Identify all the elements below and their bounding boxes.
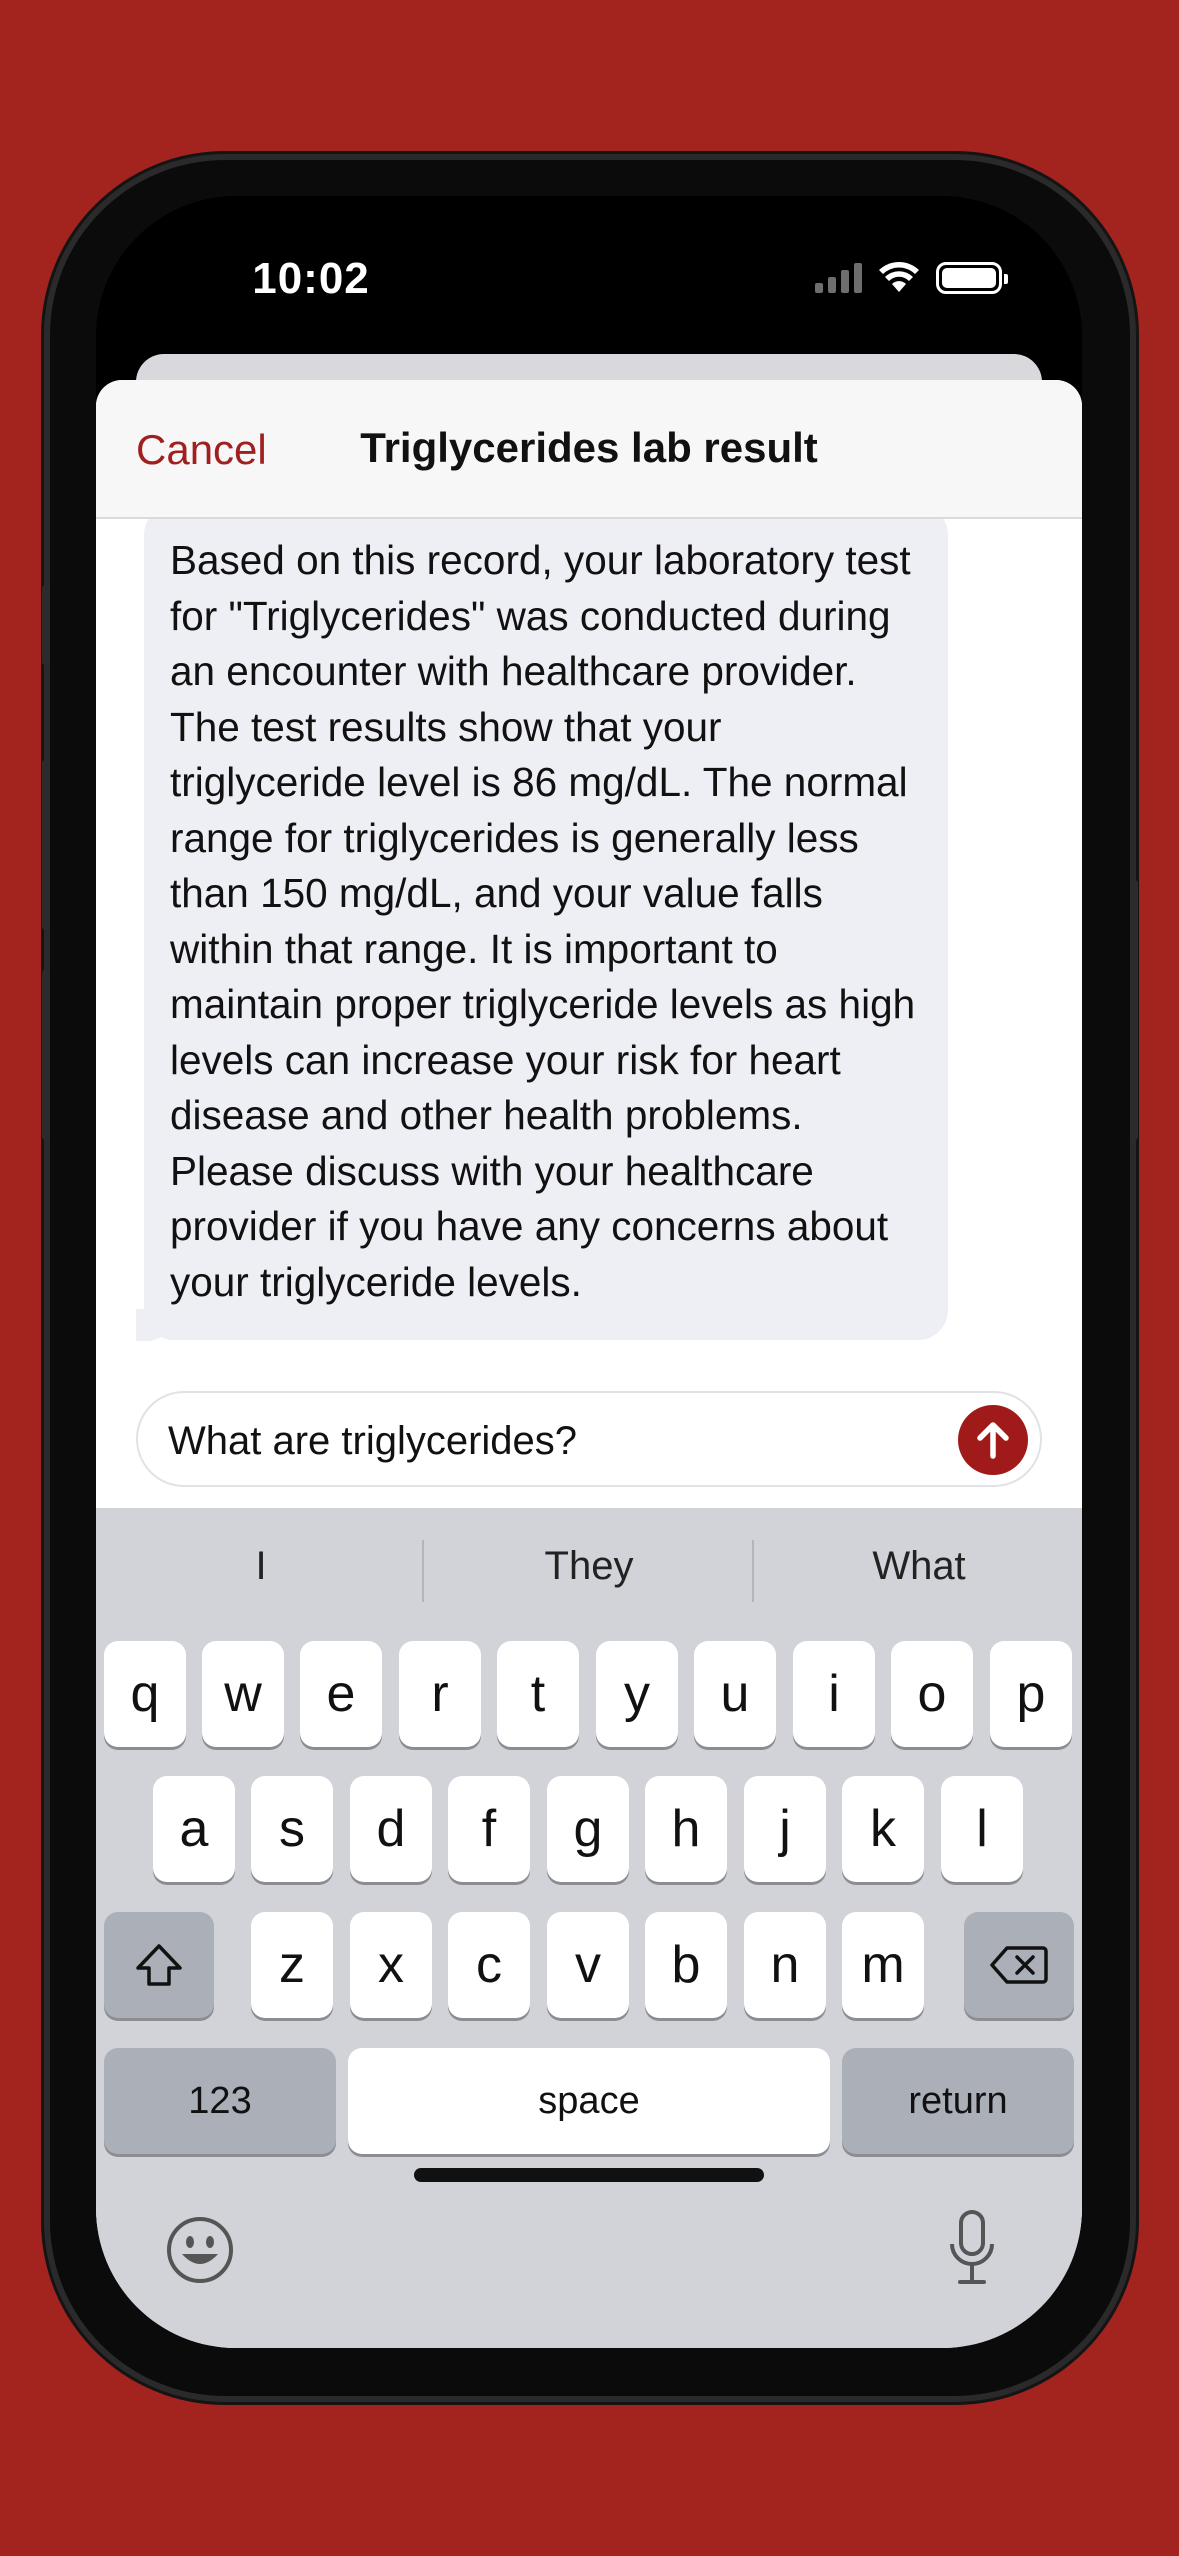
- prediction-3[interactable]: What: [754, 1544, 1082, 1589]
- key-c[interactable]: c: [448, 1912, 530, 2018]
- key-t[interactable]: t: [497, 1641, 579, 1747]
- shift-icon: [136, 1944, 182, 1986]
- assistant-message-bubble: Based on this record, your laboratory te…: [144, 519, 948, 1340]
- key-a[interactable]: a: [153, 1776, 235, 1882]
- microphone-icon: [950, 2210, 994, 2284]
- send-button[interactable]: [958, 1405, 1028, 1475]
- emoji-button[interactable]: [164, 2214, 236, 2286]
- key-d[interactable]: d: [350, 1776, 432, 1882]
- key-w[interactable]: w: [202, 1641, 284, 1747]
- home-indicator[interactable]: [414, 2168, 764, 2182]
- key-r[interactable]: r: [399, 1641, 481, 1747]
- composer-area: [96, 1381, 1082, 1508]
- emoji-icon: [167, 2217, 233, 2283]
- return-key[interactable]: return: [842, 2048, 1074, 2154]
- keyboard: I They What q w e r t y u i o p a s d f …: [96, 1508, 1082, 2348]
- navigation-bar: Cancel Triglycerides lab result: [96, 380, 1082, 519]
- wifi-icon: [879, 262, 919, 292]
- page-title: Triglycerides lab result: [360, 424, 818, 471]
- numbers-key[interactable]: 123: [104, 2048, 336, 2154]
- key-k[interactable]: k: [842, 1776, 924, 1882]
- key-b[interactable]: b: [645, 1912, 727, 2018]
- space-key[interactable]: space: [348, 2048, 830, 2154]
- key-n[interactable]: n: [744, 1912, 826, 2018]
- key-z[interactable]: z: [251, 1912, 333, 2018]
- status-icons: [815, 256, 1008, 300]
- status-time: 10:02: [252, 254, 370, 303]
- screen: 10:02 Cancel Triglycerides lab result Ba…: [96, 196, 1082, 2348]
- mute-switch: [42, 585, 50, 665]
- key-m[interactable]: m: [842, 1912, 924, 2018]
- battery-icon: [936, 262, 1008, 294]
- message-input[interactable]: [168, 1413, 928, 1469]
- prediction-1[interactable]: I: [96, 1544, 426, 1589]
- cellular-signal-icon: [815, 263, 862, 293]
- key-i[interactable]: i: [793, 1641, 875, 1747]
- key-e[interactable]: e: [300, 1641, 382, 1747]
- dictation-button[interactable]: [942, 2208, 1002, 2288]
- backspace-icon: [990, 1946, 1048, 1984]
- key-u[interactable]: u: [694, 1641, 776, 1747]
- key-p[interactable]: p: [990, 1641, 1072, 1747]
- message-composer: [136, 1391, 1042, 1487]
- key-j[interactable]: j: [744, 1776, 826, 1882]
- key-f[interactable]: f: [448, 1776, 530, 1882]
- key-x[interactable]: x: [350, 1912, 432, 2018]
- chat-sheet: Cancel Triglycerides lab result Based on…: [96, 380, 1082, 2348]
- key-v[interactable]: v: [547, 1912, 629, 2018]
- key-g[interactable]: g: [547, 1776, 629, 1882]
- backspace-key[interactable]: [964, 1912, 1074, 2018]
- shift-key[interactable]: [104, 1912, 214, 2018]
- volume-down-button: [42, 970, 50, 1140]
- prediction-2[interactable]: They: [424, 1544, 754, 1589]
- key-y[interactable]: y: [596, 1641, 678, 1747]
- key-o[interactable]: o: [891, 1641, 973, 1747]
- key-l[interactable]: l: [941, 1776, 1023, 1882]
- predictive-bar: I They What: [96, 1508, 1082, 1638]
- key-s[interactable]: s: [251, 1776, 333, 1882]
- chat-scroll-area[interactable]: Based on this record, your laboratory te…: [96, 519, 1082, 1369]
- key-h[interactable]: h: [645, 1776, 727, 1882]
- power-button: [1130, 880, 1138, 1140]
- key-q[interactable]: q: [104, 1641, 186, 1747]
- volume-up-button: [42, 760, 50, 930]
- arrow-up-icon: [977, 1422, 1009, 1459]
